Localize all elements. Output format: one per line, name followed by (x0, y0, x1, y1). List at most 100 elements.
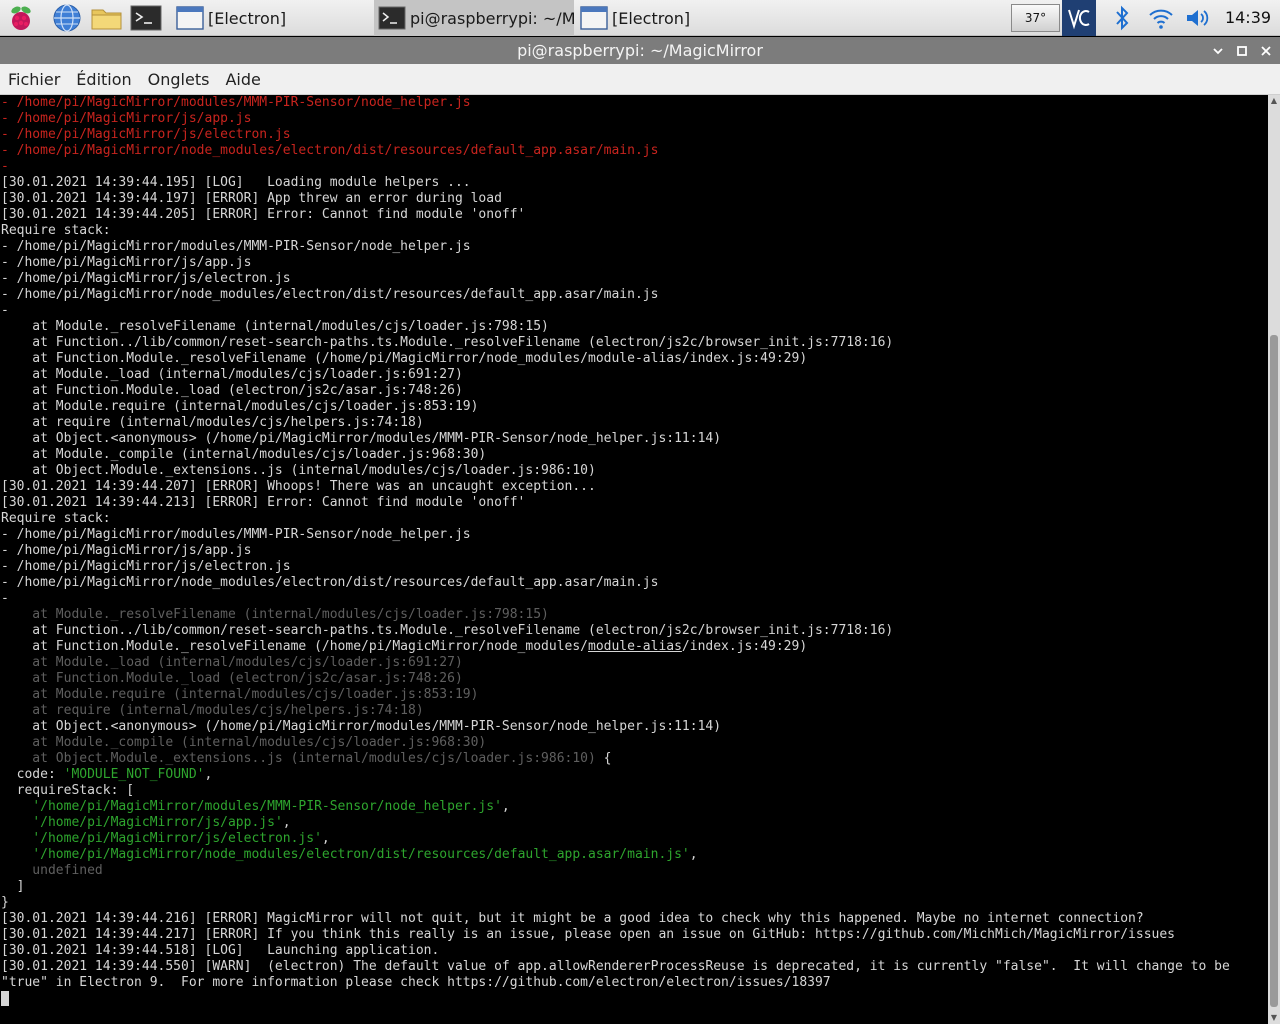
terminal-text: - /home/pi/MagicMirror/js/app.js (1, 543, 252, 558)
terminal-line: at Function.Module._load (electron/js2c/… (1, 671, 1268, 687)
terminal-text: - /home/pi/MagicMirror/js/app.js (1, 255, 252, 270)
terminal-line: at Module.require (internal/modules/cjs/… (1, 687, 1268, 703)
terminal-line: at Function../lib/common/reset-search-pa… (1, 335, 1268, 351)
terminal-text: '/home/pi/MagicMirror/js/app.js' (32, 815, 283, 830)
terminal-text: [30.01.2021 14:39:44.216] [ERROR] MagicM… (1, 911, 1144, 926)
terminal-line: at Module._load (internal/modules/cjs/lo… (1, 367, 1268, 383)
wifi-icon[interactable] (1146, 0, 1176, 36)
terminal-line: [30.01.2021 14:39:44.217] [ERROR] If you… (1, 927, 1268, 943)
terminal-text: [30.01.2021 14:39:44.207] [ERROR] Whoops… (1, 479, 596, 494)
terminal-line: [30.01.2021 14:39:44.213] [ERROR] Error:… (1, 495, 1268, 511)
menu-fichier[interactable]: Fichier (0, 64, 68, 95)
scrollbar-thumb[interactable] (1270, 335, 1278, 1007)
clock[interactable]: 14:39 (1222, 0, 1274, 36)
terminal-line: at Function.Module._resolveFilename (/ho… (1, 639, 1268, 655)
terminal-text: , (321, 831, 330, 846)
terminal-line: at Object.Module._extensions..js (intern… (1, 463, 1268, 479)
terminal-line: - /home/pi/MagicMirror/js/electron.js (1, 559, 1268, 575)
terminal-line: - /home/pi/MagicMirror/js/electron.js (1, 127, 1268, 143)
terminal-line: at require (internal/modules/cjs/helpers… (1, 415, 1268, 431)
menu-edition[interactable]: Édition (68, 64, 139, 95)
vnc-icon[interactable] (1062, 0, 1096, 36)
terminal-line: "true" in Electron 9. For more informati… (1, 975, 1268, 991)
terminal-line: at Function../lib/common/reset-search-pa… (1, 623, 1268, 639)
terminal-line: ] (1, 879, 1268, 895)
vertical-scrollbar[interactable]: ▲ ▼ (1268, 95, 1280, 1024)
terminal-line: at require (internal/modules/cjs/helpers… (1, 703, 1268, 719)
terminal-text: { (595, 751, 612, 766)
terminal-text: - /home/pi/MagicMirror/modules/MMM-PIR-S… (1, 527, 471, 542)
menu-bar: Fichier Édition Onglets Aide (0, 64, 1280, 95)
file-manager-icon[interactable] (90, 3, 122, 33)
scroll-down-arrow-icon[interactable]: ▼ (1268, 1012, 1280, 1024)
web-browser-icon[interactable] (52, 3, 82, 33)
terminal-line: at Module._load (internal/modules/cjs/lo… (1, 655, 1268, 671)
close-button[interactable] (1256, 37, 1276, 64)
terminal-text: - /home/pi/MagicMirror/js/app.js (1, 111, 252, 126)
task-electron-2[interactable]: [Electron] (576, 0, 776, 36)
terminal-line: at Module._resolveFilename (internal/mod… (1, 319, 1268, 335)
terminal-text: at Module._compile (internal/modules/cjs… (1, 735, 487, 750)
task-label: [Electron] (612, 8, 691, 28)
terminal-text: at require (internal/modules/cjs/helpers… (1, 703, 424, 718)
task-electron-1[interactable]: [Electron] (172, 0, 372, 36)
terminal-line: at Module.require (internal/modules/cjs/… (1, 399, 1268, 415)
terminal-text: '/home/pi/MagicMirror/modules/MMM-PIR-Se… (32, 799, 502, 814)
terminal-line: [30.01.2021 14:39:44.550] [WARN] (electr… (1, 959, 1268, 975)
terminal-line: - /home/pi/MagicMirror/modules/MMM-PIR-S… (1, 239, 1268, 255)
terminal-text: code: (1, 767, 64, 782)
terminal-prompt-line[interactable] (1, 991, 1268, 1007)
terminal-text: Require stack: (1, 223, 111, 238)
raspberry-menu-icon[interactable] (6, 3, 36, 33)
terminal-text: - (1, 159, 9, 174)
terminal-text: at Module._load (internal/modules/cjs/lo… (1, 655, 463, 670)
terminal-launcher-icon[interactable] (130, 3, 162, 33)
terminal-text: - /home/pi/MagicMirror/modules/MMM-PIR-S… (1, 239, 471, 254)
terminal-line: - /home/pi/MagicMirror/js/electron.js (1, 271, 1268, 287)
volume-icon[interactable] (1182, 0, 1214, 36)
terminal-text: - /home/pi/MagicMirror/node_modules/elec… (1, 575, 659, 590)
minimize-button[interactable] (1208, 37, 1228, 64)
terminal-text: at Function.Module._resolveFilename (/ho… (1, 351, 808, 366)
terminal-line: - /home/pi/MagicMirror/modules/MMM-PIR-S… (1, 95, 1268, 111)
terminal-text: Require stack: (1, 511, 111, 526)
terminal-line: code: 'MODULE_NOT_FOUND', (1, 767, 1268, 783)
terminal-line: at Module._compile (internal/modules/cjs… (1, 735, 1268, 751)
terminal-text: at Object.<anonymous> (/home/pi/MagicMir… (1, 431, 722, 446)
terminal-text: [30.01.2021 14:39:44.217] [ERROR] If you… (1, 927, 1175, 942)
task-label: [Electron] (208, 8, 287, 28)
menu-onglets[interactable]: Onglets (140, 64, 218, 95)
terminal-text: , (501, 799, 510, 814)
window-title-bar[interactable]: pi@raspberrypi: ~/MagicMirror (0, 37, 1280, 64)
menu-aide[interactable]: Aide (217, 64, 268, 95)
terminal-text: "true" in Electron 9. For more informati… (1, 975, 831, 990)
maximize-button[interactable] (1232, 37, 1252, 64)
terminal-text: at Function.Module._resolveFilename (/ho… (1, 639, 588, 654)
terminal-text: '/home/pi/MagicMirror/node_modules/elect… (32, 847, 690, 862)
chevron-down-icon (1213, 48, 1223, 55)
terminal-text: '/home/pi/MagicMirror/js/electron.js' (32, 831, 322, 846)
terminal-line: [30.01.2021 14:39:44.197] [ERROR] App th… (1, 191, 1268, 207)
terminal-text: at Module._resolveFilename (internal/mod… (1, 319, 549, 334)
terminal-text: - /home/pi/MagicMirror/js/electron.js (1, 559, 291, 574)
terminal-line: [30.01.2021 14:39:44.518] [LOG] Launchin… (1, 943, 1268, 959)
terminal-text: at Module.require (internal/modules/cjs/… (1, 399, 479, 414)
terminal-text: at Function../lib/common/reset-search-pa… (1, 335, 894, 350)
terminal-line: requireStack: [ (1, 783, 1268, 799)
task-terminal[interactable]: pi@raspberrypi: ~/M... (374, 0, 574, 36)
terminal-output[interactable]: - /home/pi/MagicMirror/modules/MMM-PIR-S… (0, 95, 1268, 1024)
terminal-text: [30.01.2021 14:39:44.197] [ERROR] App th… (1, 191, 502, 206)
terminal-text: requireStack: [ (1, 783, 135, 798)
terminal-text: - /home/pi/MagicMirror/node_modules/elec… (1, 143, 659, 158)
window-icon (176, 6, 204, 30)
window-icon (580, 6, 608, 30)
terminal-text: , (282, 815, 291, 830)
bluetooth-icon[interactable] (1108, 0, 1136, 36)
terminal-line: at Function.Module._resolveFilename (/ho… (1, 351, 1268, 367)
terminal-text: at Function../lib/common/reset-search-pa… (1, 623, 894, 638)
terminal-line: Require stack: (1, 223, 1268, 239)
terminal-line: at Module._resolveFilename (internal/mod… (1, 607, 1268, 623)
scroll-up-arrow-icon[interactable]: ▲ (1268, 95, 1280, 107)
